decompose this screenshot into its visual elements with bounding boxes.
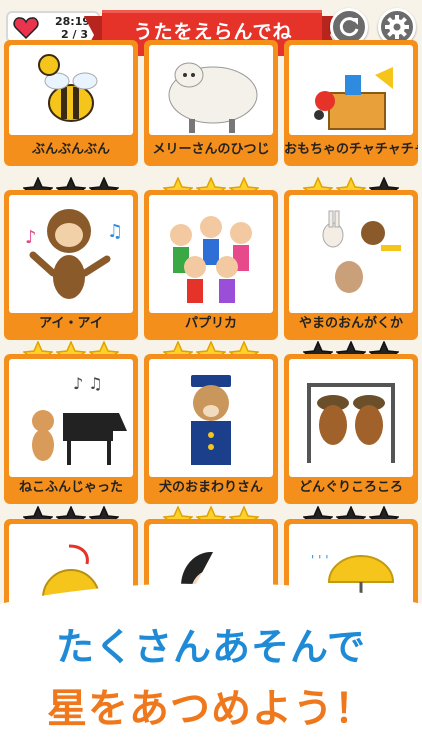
promo-line-2: 星をあつめよう！ [47,686,375,732]
song-title: アイ・アイ [39,316,103,331]
song-illustration [149,195,273,313]
promo-line-1: たくさんあそんで [55,625,367,669]
sheep-illustration [168,62,258,133]
song-card[interactable]: メリーさんのひつじ [144,40,278,166]
song-title: どんぐりころころ [298,480,403,495]
bee-illustration [38,54,98,122]
song-illustration [149,45,273,135]
song-illustration [289,195,413,313]
song-illustration: ♪ ♫ [9,359,133,477]
song-title: おもちゃのチャチャチャ [284,142,418,157]
song-card[interactable]: ♪ ♫ アイ・アイ [4,190,138,340]
song-illustration [289,45,413,135]
song-card[interactable]: パプリカ [144,190,278,340]
song-card[interactable]: ♪ ♫ ねこふんじゃった [4,354,138,504]
monkey-illustration: ♪ ♫ [25,209,123,299]
song-title: メリーさんのひつじ [152,142,270,157]
dancing-kids-illustration [170,216,252,303]
song-card[interactable]: ぶんぶんぶん [4,40,138,166]
dog-police-illustration [191,375,231,465]
song-card[interactable]: どんぐりころころ [284,354,418,504]
song-title: ねこふんじゃった [18,480,123,495]
cat-piano-illustration: ♪ ♫ [32,374,127,465]
song-card[interactable]: やまのおんがくか [284,190,418,340]
song-title: 犬のおまわりさん [158,480,263,495]
svg-text:♪: ♪ [25,227,37,248]
song-card[interactable]: 犬のおまわりさん [144,354,278,504]
song-illustration [9,45,133,135]
song-title: ぶんぶんぶん [31,142,110,157]
song-title: やまのおんがくか [298,316,403,331]
song-illustration [149,359,273,477]
acorns-illustration [307,383,395,463]
animal-band-illustration [322,210,401,293]
song-card[interactable]: おもちゃのチャチャチャ [284,40,418,166]
song-illustration: ♪ ♫ [9,195,133,313]
toy-box-illustration [314,67,393,130]
svg-text:♫: ♫ [107,221,123,242]
song-title: パプリカ [184,316,237,331]
song-illustration [289,359,413,477]
svg-text:♪ ♫: ♪ ♫ [73,374,103,393]
